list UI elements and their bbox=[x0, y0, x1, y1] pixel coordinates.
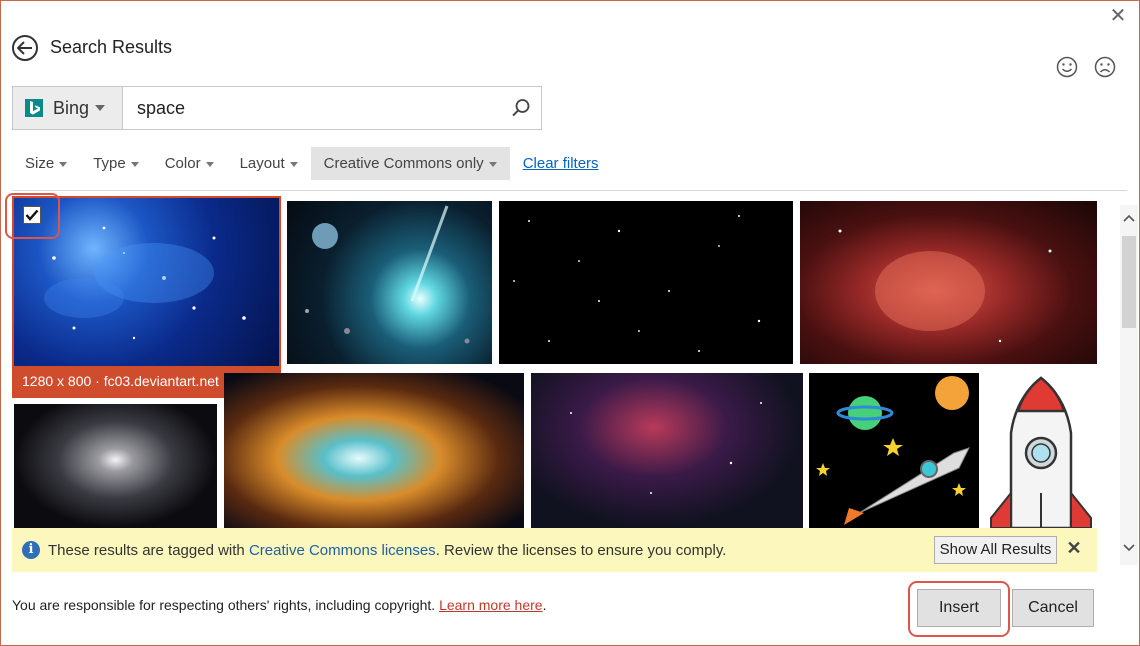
filter-type[interactable]: Type bbox=[80, 147, 152, 180]
scroll-up-icon[interactable] bbox=[1120, 208, 1138, 228]
chevron-down-icon bbox=[289, 161, 298, 167]
image-result[interactable] bbox=[14, 198, 280, 366]
divider bbox=[12, 190, 1127, 191]
chevron-down-icon bbox=[95, 105, 106, 111]
select-checkbox[interactable] bbox=[23, 206, 41, 224]
chevron-down-icon bbox=[488, 161, 497, 167]
banner-close-icon[interactable]: ✕ bbox=[1066, 538, 1082, 558]
info-icon: i bbox=[22, 541, 40, 559]
frown-icon[interactable] bbox=[1094, 56, 1116, 78]
filter-layout[interactable]: Layout bbox=[227, 147, 311, 180]
close-icon[interactable]: ✕ bbox=[1108, 6, 1128, 26]
learn-more-link[interactable]: Learn more here bbox=[439, 597, 543, 613]
chevron-down-icon bbox=[59, 161, 68, 167]
image-result[interactable] bbox=[287, 201, 492, 364]
filter-size[interactable]: Size bbox=[12, 147, 80, 180]
banner-text: These results are tagged with Creative C… bbox=[48, 541, 727, 559]
image-result[interactable] bbox=[531, 373, 803, 528]
chevron-down-icon bbox=[130, 161, 139, 167]
image-result[interactable] bbox=[224, 373, 524, 528]
show-all-results-button[interactable]: Show All Results bbox=[934, 536, 1057, 564]
image-result[interactable] bbox=[14, 404, 217, 528]
smile-icon[interactable] bbox=[1056, 56, 1078, 78]
scrollbar-thumb[interactable] bbox=[1122, 236, 1136, 328]
creative-commons-link[interactable]: Creative Commons licenses bbox=[249, 542, 436, 559]
image-result[interactable] bbox=[499, 201, 793, 364]
bing-logo-icon bbox=[25, 99, 43, 117]
scroll-down-icon[interactable] bbox=[1120, 538, 1138, 558]
search-icon[interactable] bbox=[501, 87, 541, 129]
search-input[interactable] bbox=[123, 87, 501, 129]
filter-bar: Size Type Color Layout Creative Commons … bbox=[12, 147, 599, 180]
image-result[interactable] bbox=[800, 201, 1097, 364]
search-engine-label: Bing bbox=[53, 97, 90, 118]
page-title: Search Results bbox=[50, 37, 173, 57]
search-engine-dropdown[interactable]: Bing bbox=[13, 87, 123, 129]
image-result[interactable] bbox=[986, 373, 1097, 528]
back-arrow-icon[interactable] bbox=[12, 35, 38, 61]
clear-filters-link[interactable]: Clear filters bbox=[523, 155, 599, 172]
filter-license[interactable]: Creative Commons only bbox=[310, 147, 510, 180]
insert-button[interactable]: Insert bbox=[917, 589, 1001, 627]
search-bar: Bing bbox=[12, 86, 542, 130]
filter-color[interactable]: Color bbox=[152, 147, 227, 180]
footer-text: You are responsible for respecting other… bbox=[12, 597, 547, 613]
chevron-down-icon bbox=[205, 161, 214, 167]
image-result[interactable] bbox=[809, 373, 979, 528]
cancel-button[interactable]: Cancel bbox=[1012, 589, 1094, 627]
